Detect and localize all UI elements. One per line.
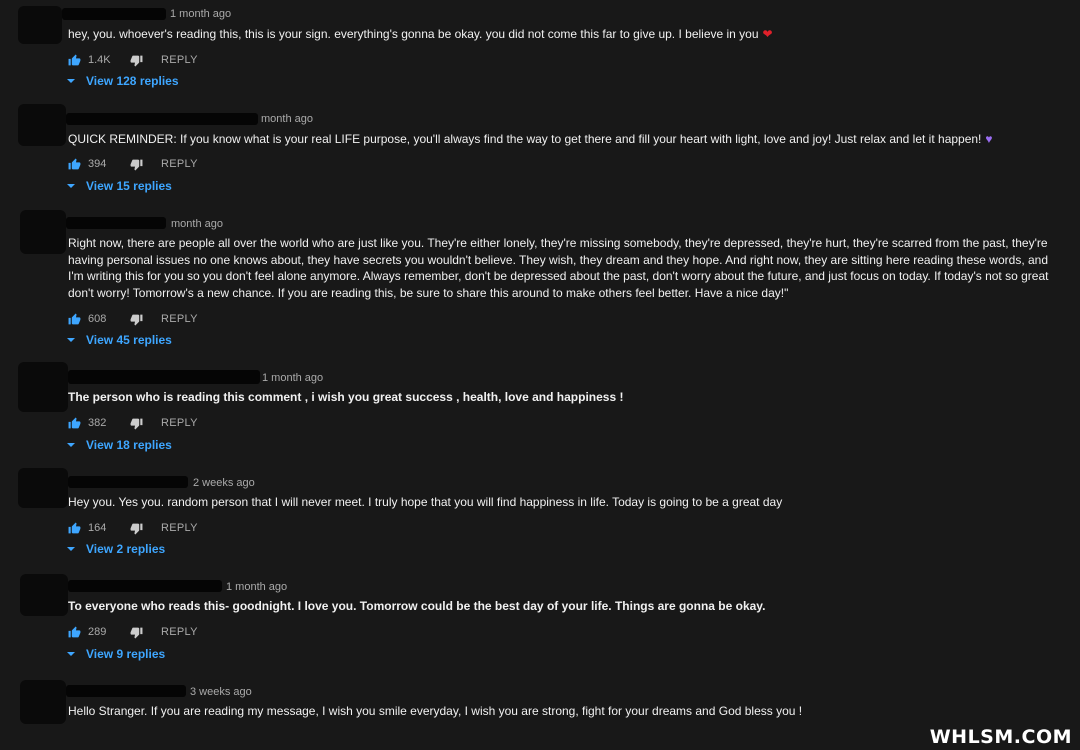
redacted-author-name: [62, 8, 166, 20]
thumbs-down-icon[interactable]: [130, 522, 143, 535]
comment-timestamp[interactable]: 1 month ago: [226, 581, 287, 593]
thumbs-down-icon[interactable]: [130, 626, 143, 639]
view-replies-label: View 18 replies: [86, 438, 172, 452]
redacted-author-name: [68, 476, 188, 488]
red-heart-emoji: ❤: [762, 27, 773, 41]
view-replies-button[interactable]: View 128 replies: [66, 74, 179, 88]
redacted-author-name: [66, 685, 186, 697]
comment-text: Right now, there are people all over the…: [68, 236, 1049, 300]
comment-text: The person who is reading this comment ,…: [68, 390, 624, 404]
thumbs-down-icon[interactable]: [130, 54, 143, 67]
chevron-down-icon: [67, 79, 75, 83]
like-count: 382: [88, 417, 107, 429]
chevron-down-icon: [67, 184, 75, 188]
view-replies-button[interactable]: View 9 replies: [66, 647, 165, 661]
thumbs-up-icon[interactable]: [68, 522, 81, 535]
thumbs-down-icon[interactable]: [130, 313, 143, 326]
comment-actions: 394 REPLY: [68, 156, 198, 172]
redacted-author-name: [66, 217, 166, 229]
avatar[interactable]: [20, 680, 66, 724]
redacted-author-name: [68, 370, 260, 384]
comment-text: Hey you. Yes you. random person that I w…: [68, 495, 783, 509]
like-count: 608: [88, 313, 107, 325]
comment-actions: 164 REPLY: [68, 520, 198, 536]
comment-actions: 382 REPLY: [68, 415, 198, 431]
avatar[interactable]: [18, 362, 68, 412]
thumbs-up-icon[interactable]: [68, 54, 81, 67]
chevron-down-icon: [67, 547, 75, 551]
comment-text: hey, you. whoever's reading this, this i…: [68, 26, 1058, 43]
comment-body: hey, you. whoever's reading this, this i…: [68, 27, 759, 41]
reply-button[interactable]: REPLY: [161, 417, 198, 429]
chevron-down-icon: [67, 338, 75, 342]
thumbs-down-icon[interactable]: [130, 417, 143, 430]
like-count: 164: [88, 522, 107, 534]
view-replies-button[interactable]: View 15 replies: [66, 179, 172, 193]
site-watermark: WHLSM.COM: [929, 726, 1072, 748]
reply-button[interactable]: REPLY: [161, 54, 198, 66]
thumbs-up-icon[interactable]: [68, 313, 81, 326]
purple-heart-emoji: ♥: [985, 132, 993, 146]
avatar[interactable]: [20, 574, 68, 616]
comment-body: QUICK REMINDER: If you know what is your…: [68, 132, 982, 146]
comment-timestamp[interactable]: 2 weeks ago: [193, 477, 255, 489]
redacted-author-name: [66, 113, 258, 125]
chevron-down-icon: [67, 652, 75, 656]
thumbs-up-icon[interactable]: [68, 417, 81, 430]
avatar[interactable]: [18, 468, 68, 508]
comment-text: To everyone who reads this- goodnight. I…: [68, 599, 766, 613]
thumbs-up-icon[interactable]: [68, 626, 81, 639]
comment-timestamp[interactable]: 1 month ago: [170, 8, 231, 20]
view-replies-button[interactable]: View 18 replies: [66, 438, 172, 452]
avatar[interactable]: [18, 6, 62, 44]
like-count: 1.4K: [88, 54, 111, 66]
view-replies-label: View 9 replies: [86, 647, 166, 661]
view-replies-button[interactable]: View 45 replies: [66, 333, 172, 347]
comment-text: QUICK REMINDER: If you know what is your…: [68, 131, 1058, 148]
comment-timestamp[interactable]: month ago: [261, 113, 313, 125]
view-replies-label: View 45 replies: [86, 333, 172, 347]
view-replies-label: View 128 replies: [86, 74, 179, 88]
comment-actions: 608 REPLY: [68, 311, 198, 327]
reply-button[interactable]: REPLY: [161, 313, 198, 325]
like-count: 394: [88, 158, 107, 170]
avatar[interactable]: [20, 210, 66, 254]
like-count: 289: [88, 626, 107, 638]
thumbs-down-icon[interactable]: [130, 158, 143, 171]
comment-timestamp[interactable]: month ago: [171, 218, 223, 230]
view-replies-label: View 15 replies: [86, 179, 172, 193]
comment-actions: 1.4K REPLY: [68, 52, 198, 68]
reply-button[interactable]: REPLY: [161, 158, 198, 170]
comment-actions: 289 REPLY: [68, 624, 198, 640]
thumbs-up-icon[interactable]: [68, 158, 81, 171]
chevron-down-icon: [67, 443, 75, 447]
comment-timestamp[interactable]: 1 month ago: [262, 372, 323, 384]
comment-text: Hello Stranger. If you are reading my me…: [68, 704, 803, 718]
comment-timestamp[interactable]: 3 weeks ago: [190, 686, 252, 698]
avatar[interactable]: [18, 104, 66, 146]
view-replies-button[interactable]: View 2 replies: [66, 542, 165, 556]
reply-button[interactable]: REPLY: [161, 626, 198, 638]
view-replies-label: View 2 replies: [86, 542, 166, 556]
redacted-author-name: [68, 580, 222, 592]
reply-button[interactable]: REPLY: [161, 522, 198, 534]
